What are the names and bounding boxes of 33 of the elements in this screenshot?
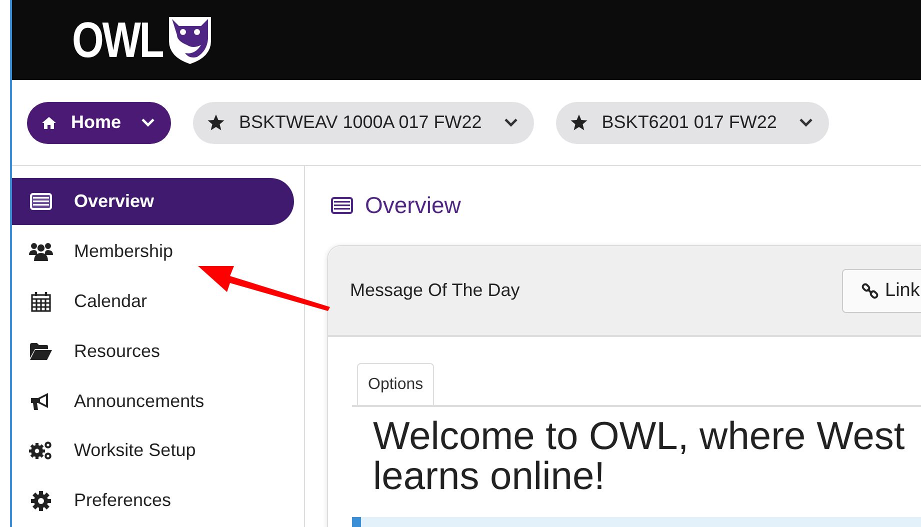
chevron-down-icon xyxy=(141,118,156,127)
link-button[interactable]: Link xyxy=(842,268,921,312)
gears-icon xyxy=(29,440,53,462)
list-icon xyxy=(331,197,353,214)
megaphone-icon xyxy=(31,392,51,411)
welcome-heading: Welcome to OWL, where West xyxy=(373,417,905,457)
star-icon xyxy=(570,114,588,131)
sidebar-item[interactable]: Calendar xyxy=(12,278,294,325)
sidebar-item[interactable]: Membership xyxy=(12,228,294,276)
home-menu[interactable]: Home xyxy=(27,102,172,144)
site-tab[interactable]: BSKT6201 017 FW22 xyxy=(556,102,829,144)
page-title: Overview xyxy=(365,192,461,219)
home-icon xyxy=(41,116,57,130)
options-tab[interactable]: Options xyxy=(357,363,434,405)
sidebar-item[interactable]: Resources xyxy=(12,328,294,375)
sidebar-item[interactable]: Preferences xyxy=(12,477,294,524)
card-title: Message Of The Day xyxy=(350,280,521,301)
site-tab[interactable]: BSKTWEAV 1000A 017 FW22 xyxy=(193,102,534,144)
star-icon xyxy=(207,114,226,131)
chevron-down-icon xyxy=(504,118,518,127)
sidebar-item[interactable]: Worksite Setup xyxy=(12,427,294,475)
folder-icon xyxy=(30,342,52,360)
calendar-icon xyxy=(31,290,51,312)
gear-icon xyxy=(31,490,51,511)
list-icon xyxy=(30,193,52,210)
sidebar-item[interactable]: Announcements xyxy=(12,377,294,425)
people-icon xyxy=(29,242,53,261)
link-icon xyxy=(861,282,879,300)
sidebar-item[interactable]: Overview xyxy=(12,178,294,226)
owl-logo[interactable]: OWL xyxy=(72,15,213,65)
owl-shield-icon xyxy=(166,15,213,65)
chevron-down-icon xyxy=(798,118,813,127)
welcome-heading: learns online! xyxy=(373,457,605,497)
